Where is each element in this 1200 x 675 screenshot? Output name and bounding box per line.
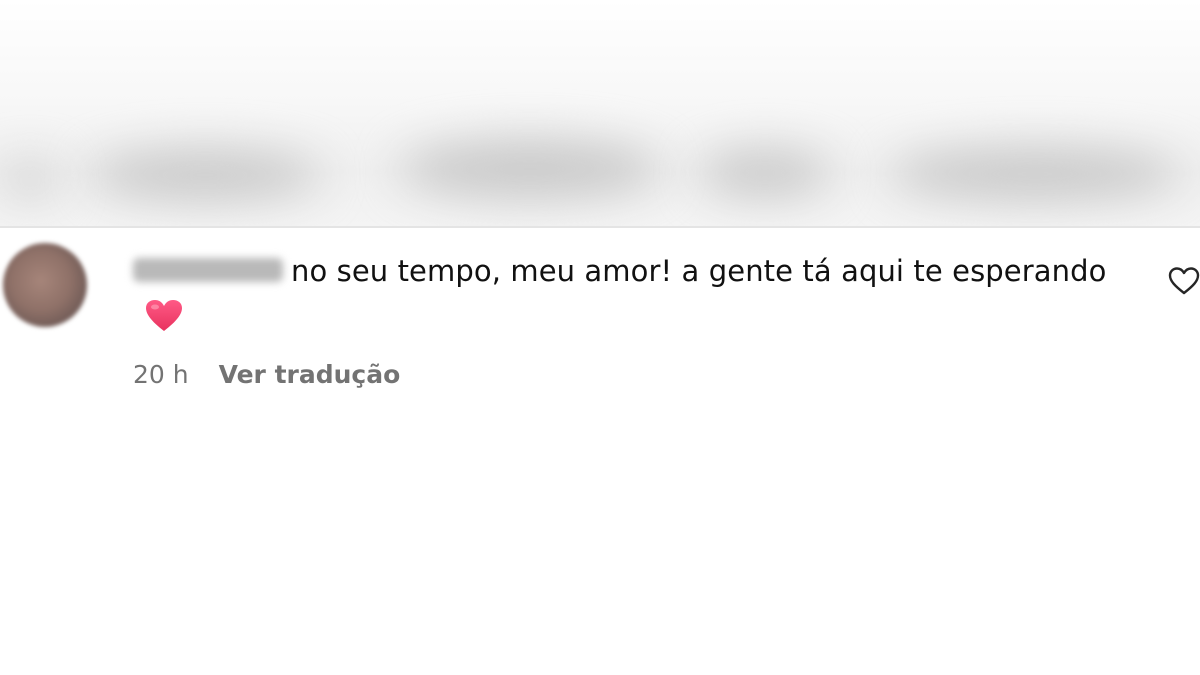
- instagram-comment-screen: no seu tempo, meu amor! a gente tá aqui …: [0, 0, 1200, 675]
- see-translation-link[interactable]: Ver tradução: [219, 360, 401, 389]
- comment-body: no seu tempo, meu amor! a gente tá aqui …: [133, 248, 1123, 389]
- comment-timestamp: 20 h: [133, 360, 189, 389]
- avatar[interactable]: [3, 243, 87, 327]
- blurred-username[interactable]: [133, 258, 283, 282]
- comment-meta: 20 h Ver tradução: [133, 360, 1123, 389]
- heart-emoji-icon: [146, 300, 182, 331]
- comment-message: no seu tempo, meu amor! a gente tá aqui …: [291, 254, 1107, 288]
- comment-row: no seu tempo, meu amor! a gente tá aqui …: [0, 228, 1200, 675]
- heart-outline-icon[interactable]: [1168, 266, 1200, 296]
- blurred-previous-content: [0, 0, 1200, 228]
- comment-text: no seu tempo, meu amor! a gente tá aqui …: [133, 248, 1123, 340]
